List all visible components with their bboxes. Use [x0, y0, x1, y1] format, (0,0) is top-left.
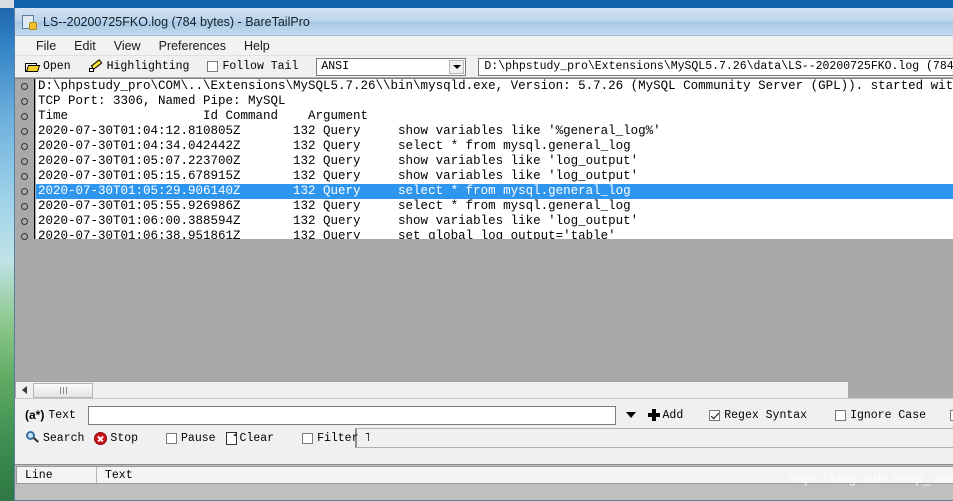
- bookmark-icon[interactable]: [21, 98, 28, 105]
- screen: LS--20200725FKO.log (784 bytes) - BareTa…: [0, 0, 953, 501]
- file-path-field[interactable]: D:\phpstudy_pro\Extensions\MySQL5.7.26\d…: [478, 57, 953, 76]
- pause-label: Pause: [181, 431, 216, 445]
- highlighter-pen-icon: [88, 58, 104, 74]
- search-panel: (a*) Text Add Regex Syntax Ignore Case S…: [15, 398, 953, 454]
- highlighting-button[interactable]: Highlighting: [88, 58, 190, 74]
- search-text-label: Text: [48, 408, 76, 422]
- log-file-icon: [21, 14, 37, 30]
- baretailpro-window: LS--20200725FKO.log (784 bytes) - BareTa…: [14, 8, 953, 501]
- filter-tail-checkbox[interactable]: [302, 432, 314, 444]
- log-line[interactable]: TCP Port: 3306, Named Pipe: MySQL: [36, 94, 953, 109]
- highlighting-button-label: Highlighting: [106, 60, 190, 73]
- log-line-selected[interactable]: 2020-07-30T01:05:29.906140Z 132 Query se…: [36, 184, 953, 199]
- bookmark-icon[interactable]: [21, 158, 28, 165]
- menu-item-help[interactable]: Help: [235, 38, 279, 54]
- results-header-row: Line Text: [16, 466, 953, 484]
- folder-open-icon: [25, 60, 41, 74]
- horizontal-scrollbar[interactable]: [16, 381, 848, 398]
- desktop-top-strip: [0, 0, 953, 8]
- search-button-label[interactable]: Search: [43, 432, 84, 445]
- bookmark-icon[interactable]: [21, 203, 28, 210]
- encoding-dropdown[interactable]: ANSI: [316, 57, 467, 76]
- log-line[interactable]: 2020-07-30T01:05:15.678915Z 132 Query sh…: [36, 169, 953, 184]
- pause-checkbox[interactable]: [166, 432, 178, 444]
- search-results-panel: Line Text https://blog.csdn.net/p_utao: [15, 464, 953, 500]
- clear-page-icon[interactable]: [225, 431, 237, 445]
- ignore-case-label: Ignore Case: [850, 408, 926, 422]
- bookmark-icon[interactable]: [21, 143, 28, 150]
- add-plus-icon[interactable]: [647, 409, 660, 421]
- bookmark-icon[interactable]: [21, 188, 28, 195]
- clear-button-label[interactable]: Clear: [240, 432, 275, 445]
- search-magnifier-icon[interactable]: [25, 431, 40, 445]
- ignore-case-checkbox[interactable]: [835, 409, 847, 421]
- title-bar[interactable]: LS--20200725FKO.log (784 bytes) - BareTa…: [15, 8, 953, 36]
- tool-bar: Open Highlighting Follow Tail ANSI D:\ph…: [15, 56, 953, 78]
- menu-item-view[interactable]: View: [105, 38, 150, 54]
- regex-syntax-checkbox[interactable]: [709, 409, 721, 421]
- menu-item-file[interactable]: File: [27, 38, 65, 54]
- menu-bar: File Edit View Preferences Help: [15, 36, 953, 56]
- desktop-background: [0, 0, 14, 501]
- log-line[interactable]: 2020-07-30T01:06:00.388594Z 132 Query sh…: [36, 214, 953, 229]
- stop-icon[interactable]: [94, 431, 108, 445]
- search-history-chevron-down-icon[interactable]: [625, 412, 636, 418]
- open-button[interactable]: Open: [25, 60, 71, 74]
- log-line[interactable]: Time Id Command Argument: [36, 109, 953, 124]
- log-lines-container[interactable]: D:\phpstudy_pro\COM\..\Extensions\MySQL5…: [36, 79, 953, 239]
- menu-item-preferences[interactable]: Preferences: [150, 38, 235, 54]
- bookmark-icon[interactable]: [21, 83, 28, 90]
- results-column-text[interactable]: Text: [97, 467, 953, 483]
- window-title: LS--20200725FKO.log (784 bytes) - BareTa…: [43, 14, 310, 29]
- scrollbar-thumb[interactable]: [33, 382, 93, 398]
- stop-button-label[interactable]: Stop: [110, 432, 138, 445]
- file-path-value: D:\phpstudy_pro\Extensions\MySQL5.7.26\d…: [484, 60, 953, 73]
- filter-tail-label: Filter Tail: [317, 431, 370, 445]
- regex-indicator-icon: (a*): [25, 408, 45, 422]
- log-line[interactable]: D:\phpstudy_pro\COM\..\Extensions\MySQL5…: [36, 79, 953, 94]
- follow-tail-checkbox-box[interactable]: [207, 61, 219, 72]
- bookmark-icon[interactable]: [21, 218, 28, 225]
- results-body[interactable]: [15, 484, 953, 499]
- search-text-row: (a*) Text Add Regex Syntax Ignore Case: [15, 404, 953, 426]
- menu-item-edit[interactable]: Edit: [65, 38, 105, 54]
- scroll-left-arrow-icon[interactable]: [16, 382, 33, 398]
- bookmark-icon[interactable]: [21, 113, 28, 120]
- follow-tail-checkbox[interactable]: Follow Tail: [207, 60, 298, 73]
- add-button-label[interactable]: Add: [663, 409, 684, 422]
- encoding-value: ANSI: [321, 60, 349, 73]
- log-line[interactable]: 2020-07-30T01:04:12.810805Z 132 Query sh…: [36, 124, 953, 139]
- log-view[interactable]: D:\phpstudy_pro\COM\..\Extensions\MySQL5…: [15, 78, 953, 398]
- regex-syntax-label: Regex Syntax: [724, 408, 808, 422]
- log-line[interactable]: 2020-07-30T01:04:34.042442Z 132 Query se…: [36, 139, 953, 154]
- follow-tail-label: Follow Tail: [222, 60, 299, 73]
- bookmark-icon[interactable]: [21, 173, 28, 180]
- results-column-line[interactable]: Line: [17, 467, 97, 483]
- open-button-label: Open: [43, 60, 71, 73]
- search-actions-row: Search Stop Pause Clear Filter Tail: [15, 427, 953, 449]
- bookmark-gutter[interactable]: [15, 79, 35, 240]
- search-input[interactable]: [87, 405, 616, 425]
- log-line[interactable]: 2020-07-30T01:05:55.926986Z 132 Query se…: [36, 199, 953, 214]
- bookmark-icon[interactable]: [21, 233, 28, 240]
- desktop-top-strip-corner: [0, 0, 14, 8]
- log-line[interactable]: 2020-07-30T01:05:07.223700Z 132 Query sh…: [36, 154, 953, 169]
- log-line[interactable]: 2020-07-30T01:06:38.951861Z 132 Query se…: [36, 229, 953, 239]
- chevron-down-icon[interactable]: [449, 59, 465, 74]
- bookmark-icon[interactable]: [21, 128, 28, 135]
